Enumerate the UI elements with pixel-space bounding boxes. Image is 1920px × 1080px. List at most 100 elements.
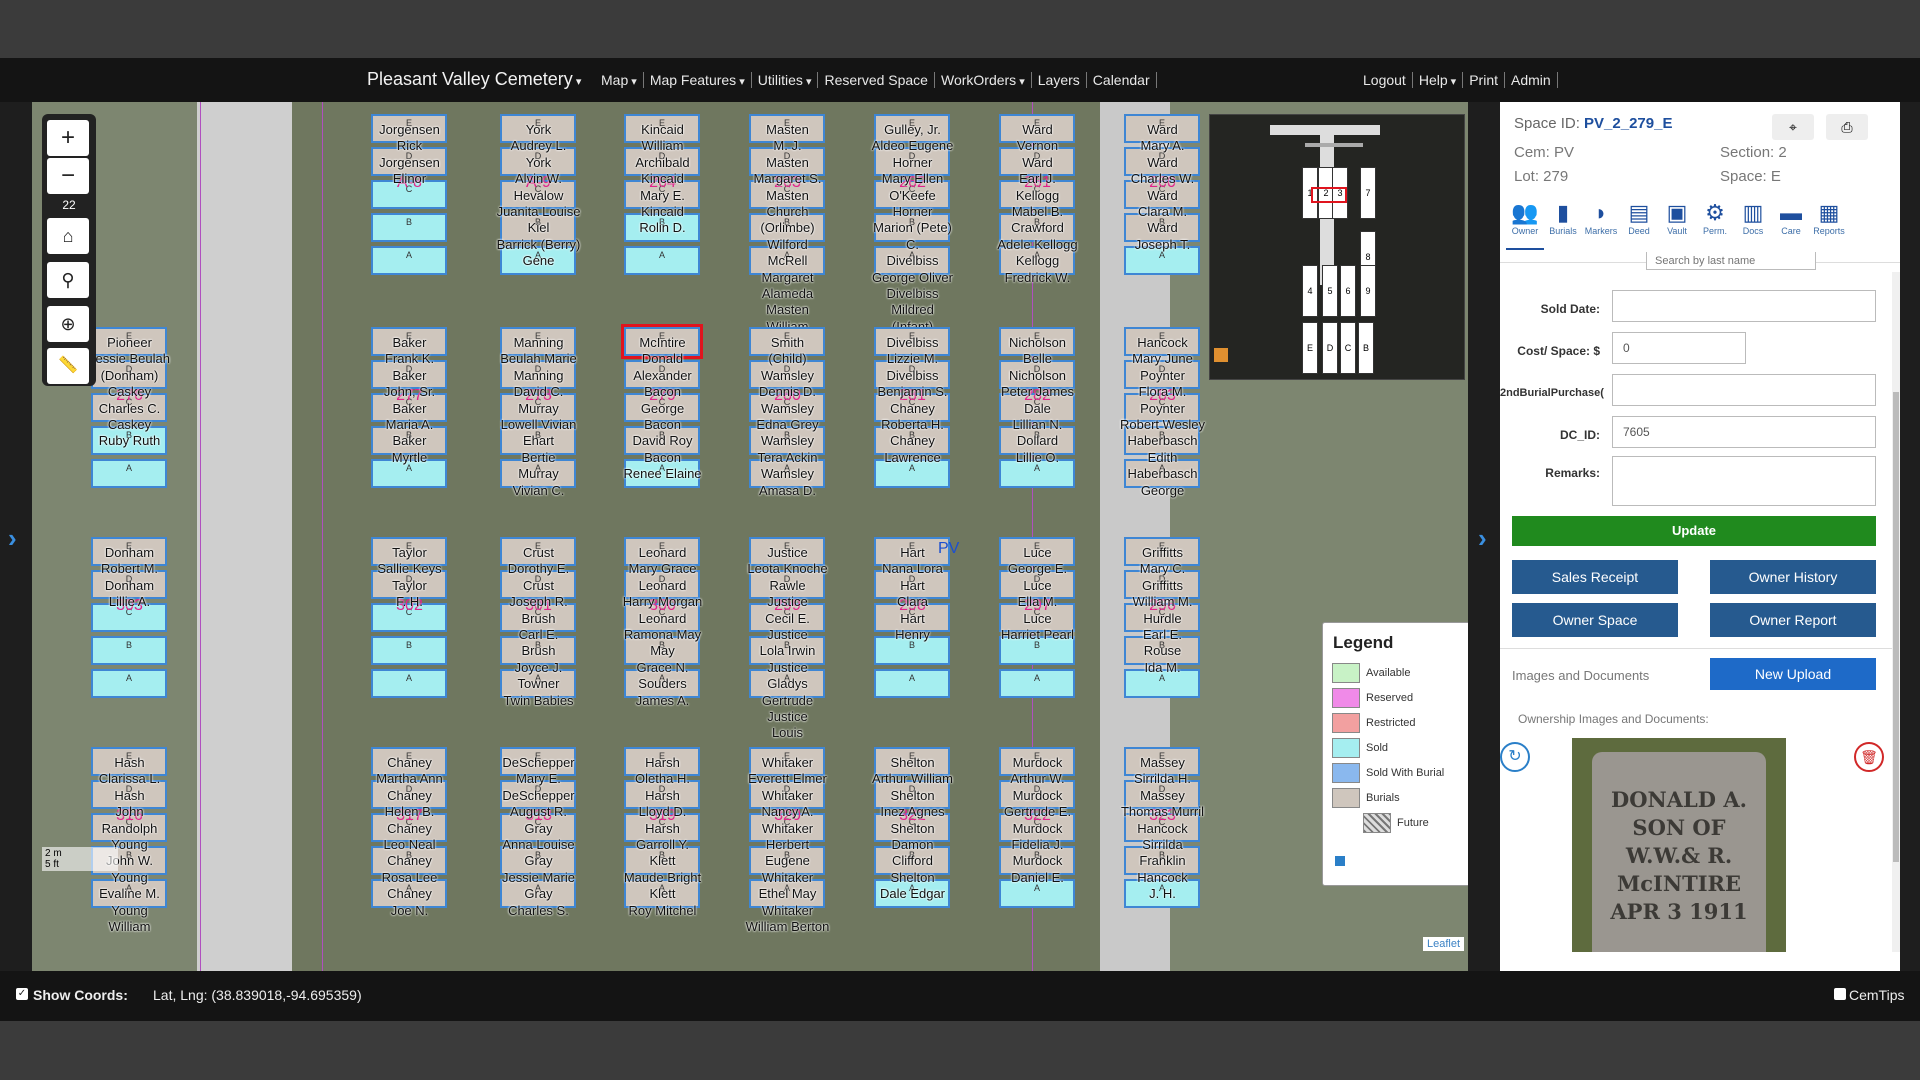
grave-space[interactable]: B xyxy=(371,636,447,665)
remarks-field[interactable] xyxy=(1612,456,1876,506)
lot-block[interactable]: E D C B A 296 Griffitts Mary C. Griffitts William… xyxy=(1120,527,1205,727)
menu-print[interactable]: Print xyxy=(1463,72,1505,88)
lot-block[interactable]: E D C B A 264 Kincaid William Archibald Kincaid M… xyxy=(620,104,705,304)
cemetery-selector[interactable]: Pleasant Valley Cemetery xyxy=(367,69,581,90)
menu-reserved-space[interactable]: Reserved Space xyxy=(818,72,935,88)
grave-space[interactable]: A xyxy=(91,669,167,698)
menu-logout[interactable]: Logout xyxy=(1357,72,1413,88)
cost-space-field[interactable]: 0 xyxy=(1612,332,1746,364)
zoom-in-button[interactable]: + xyxy=(47,120,89,156)
minimap-section[interactable]: D xyxy=(1322,322,1338,374)
menu-help[interactable]: Help xyxy=(1413,72,1464,88)
lot-block[interactable]: E D C B A 316 Hash Clarissa L. Hash John Randolph… xyxy=(87,737,172,937)
lot-block[interactable]: E D C B A 317 Chaney Martha Ann Chaney Helen B. Ch… xyxy=(367,737,452,937)
grave-space[interactable]: A xyxy=(371,669,447,698)
tab-owner[interactable]: 👥 Owner xyxy=(1506,200,1544,250)
new-upload-button[interactable]: New Upload xyxy=(1710,658,1876,690)
search-owner-input[interactable] xyxy=(1646,252,1816,270)
overview-minimap[interactable]: 123789456EDCB xyxy=(1209,114,1465,380)
rotate-icon[interactable]: ↻ xyxy=(1500,742,1530,772)
menu-admin[interactable]: Admin xyxy=(1505,72,1558,88)
update-button[interactable]: Update xyxy=(1512,516,1876,546)
scrollbar-thumb[interactable] xyxy=(1893,392,1899,862)
headstone-photo[interactable]: DONALD A. SON OF W.W.& R. McINTIRE APR 3… xyxy=(1572,738,1786,952)
tab-perm[interactable]: ⚙ Perm. xyxy=(1696,200,1734,250)
minimap-section[interactable]: E xyxy=(1302,322,1318,374)
minimap-toggle-icon[interactable] xyxy=(1214,348,1228,362)
lot-block[interactable]: E D C B A 281 Divelbiss Lizzie M. Divelbiss Benja… xyxy=(870,317,955,517)
grave-space[interactable]: A xyxy=(91,459,167,488)
owner-report-button[interactable]: Owner Report xyxy=(1710,603,1876,637)
grave-space[interactable]: B xyxy=(371,213,447,242)
minimap-section[interactable]: 5 xyxy=(1322,265,1338,317)
measure-ruler-icon[interactable]: 📏 xyxy=(47,348,89,384)
lot-block[interactable]: E D C B A 302 Taylor Sallie Keys Taylor F. H. xyxy=(367,527,452,727)
menu-map[interactable]: Map xyxy=(595,72,644,88)
lot-block[interactable]: E D C B A 278 Manning Beulah Marie Manning David … xyxy=(496,317,581,517)
minimap-section[interactable]: B xyxy=(1358,322,1374,374)
cemtips-checkbox[interactable] xyxy=(1834,988,1846,1000)
grave-space[interactable]: A xyxy=(371,246,447,275)
menu-workorders[interactable]: WorkOrders xyxy=(935,72,1032,88)
tab-burials[interactable]: ▮ Burials xyxy=(1544,200,1582,250)
print-icon[interactable]: ⎙ xyxy=(1826,114,1868,140)
locate-person-icon[interactable]: ⚲ xyxy=(47,262,89,298)
lot-block[interactable]: E D C B A 322 Murdock Arthur W. Murdock Gertrude … xyxy=(995,737,1080,937)
sales-receipt-button[interactable]: Sales Receipt xyxy=(1512,560,1678,594)
minimap-section[interactable]: C xyxy=(1340,322,1356,374)
tab-reports[interactable]: ▦ Reports xyxy=(1810,200,1848,250)
tab-deed[interactable]: ▤ Deed xyxy=(1620,200,1658,250)
home-icon[interactable]: ⌂ xyxy=(47,218,89,254)
cemetery-map[interactable]: E D C B A A-8 Jorgensen Rick Jorgensen Elinor E D C B… xyxy=(32,102,1468,971)
lot-block[interactable]: E D C B A 277 Baker Frank K. Baker John, Sr. Baker… xyxy=(367,317,452,517)
grave-space[interactable]: B xyxy=(91,636,167,665)
grave-space[interactable]: A xyxy=(624,246,700,275)
leaflet-attribution[interactable]: Leaflet xyxy=(1422,937,1464,951)
menu-utilities[interactable]: Utilities xyxy=(752,72,819,88)
show-coords-checkbox[interactable]: ✓ xyxy=(16,988,28,1000)
lot-block[interactable]: E D C B A 318 DeSchepper Mary E. DeSchepper Augus… xyxy=(496,737,581,937)
owner-history-button[interactable]: Owner History xyxy=(1710,560,1876,594)
lot-block[interactable]: E D C B A 283 Hancock Mary June Poynter Flora M. P… xyxy=(1120,317,1205,517)
second-burial-field[interactable] xyxy=(1612,374,1876,406)
menu-layers[interactable]: Layers xyxy=(1032,72,1087,88)
lot-block[interactable]: E D C B A 260 Ward Mary A. Ward Charles W. Ward Cla… xyxy=(1120,104,1205,304)
lot-block[interactable]: E D C B A 303 Donham Robert M. Donham Lillie A. xyxy=(87,527,172,727)
owner-space-button[interactable]: Owner Space xyxy=(1512,603,1678,637)
lot-block[interactable]: E D C B A 299 Justice Leota Knoche Rawle Justice… xyxy=(745,527,830,740)
lot-block[interactable]: E D C B A 276 Pioneer Jessie Beulah (Donham) Cas… xyxy=(87,317,172,517)
lot-block[interactable]: E D C B A A-8 Jorgensen Rick Jorgensen Elinor xyxy=(367,104,452,304)
dc-id-field[interactable]: 7605 xyxy=(1612,416,1876,448)
map-pin-icon[interactable]: ⌖ xyxy=(1772,114,1814,140)
minimap-section[interactable]: 4 xyxy=(1302,265,1318,317)
tab-vault[interactable]: ▣ Vault xyxy=(1658,200,1696,250)
lot-block[interactable]: E D C B A 319 Harsh Oletha H. Harsh Lloyd D. Harsh… xyxy=(620,737,705,937)
minimap-section[interactable]: 9 xyxy=(1360,265,1376,317)
collapse-right-panel-icon[interactable]: › xyxy=(1478,523,1487,554)
lot-block[interactable]: E D C B A 279 McIntire Donald Alexander Bacon Geo… xyxy=(620,317,705,517)
sold-date-field[interactable] xyxy=(1612,290,1876,322)
panel-scrollbar[interactable] xyxy=(1892,272,1900,952)
delete-icon[interactable]: 🗑 xyxy=(1854,742,1884,772)
lot-block[interactable]: E D C B A 301 Crust Dorothy E. Crust Joseph R. Bru… xyxy=(496,527,581,727)
tab-care[interactable]: ▬ Care xyxy=(1772,200,1810,250)
legend-collapse-icon[interactable] xyxy=(1335,856,1345,866)
lot-block[interactable]: E D C B A 321 Shelton Arthur William Shelton Inez… xyxy=(870,737,955,937)
lot-block[interactable]: E D C B A 282 Nicholson Belle Nicholson Peter Jam… xyxy=(995,317,1080,517)
lot-block[interactable]: E D C B A 297 Luce George E. Luce Ella M. Luce Harr… xyxy=(995,527,1080,727)
lot-block[interactable]: E D C B A 262 Gulley, Jr. Aldeo Eugene Horner Mar… xyxy=(870,104,955,334)
lot-block[interactable]: E D C B A 261 Ward Vernon Ward Earl J. Kellogg Mabe… xyxy=(995,104,1080,304)
grave-space[interactable]: A xyxy=(999,669,1075,698)
zoom-box-icon[interactable]: ⊕ xyxy=(47,306,89,342)
zoom-out-button[interactable]: − xyxy=(47,158,89,194)
lot-block[interactable]: E D C B A A-9 York Audrey L. York Alvin W. Hevalow… xyxy=(496,104,581,304)
lot-block[interactable]: E D C B A 263 Masten M. J. Masten Margaret S. Mast… xyxy=(745,104,830,334)
lot-block[interactable]: E D C B A 320 Whitaker Everett Elmer Whitaker Nan… xyxy=(745,737,830,937)
tab-docs[interactable]: ▥ Docs xyxy=(1734,200,1772,250)
menu-calendar[interactable]: Calendar xyxy=(1087,72,1157,88)
minimap-section[interactable]: 6 xyxy=(1340,265,1356,317)
grave-space[interactable]: A xyxy=(874,669,950,698)
menu-map-features[interactable]: Map Features xyxy=(644,72,752,88)
lot-block[interactable]: E D C B A 300 Leonard Mary Grace Leonard Harry Mo… xyxy=(620,527,705,727)
lot-block[interactable]: E D C B A 280 Smith (Child) Wamsley Dennis D. Wams… xyxy=(745,317,830,517)
